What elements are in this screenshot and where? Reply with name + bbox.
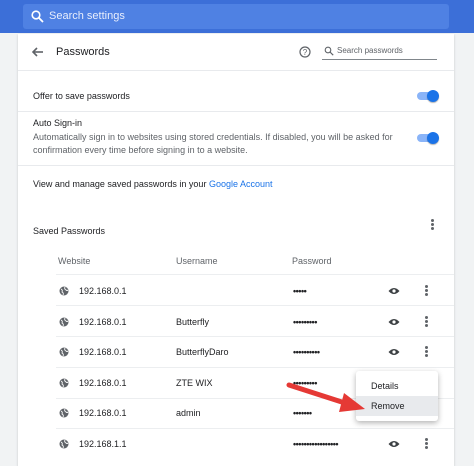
row-context-menu: Details Remove <box>356 371 438 421</box>
column-header-website: Website <box>58 256 91 266</box>
globe-icon <box>59 378 69 388</box>
divider <box>56 305 454 306</box>
password-cell: ••••• <box>293 286 307 296</box>
settings-search-placeholder: Search settings <box>49 10 125 22</box>
auto-signin-title: Auto Sign-in <box>33 118 83 128</box>
top-bar: Search settings <box>0 0 474 33</box>
password-cell: ••••••••••••••••• <box>293 439 339 449</box>
password-search-input[interactable]: Search passwords <box>322 43 437 60</box>
website-cell: 192.168.0.1 <box>79 317 127 327</box>
saved-passwords-title: Saved Passwords <box>33 226 106 236</box>
divider <box>18 165 454 166</box>
website-cell: 192.168.0.1 <box>79 408 127 418</box>
username-cell: ButterflyDaro <box>176 347 229 357</box>
divider <box>18 70 454 71</box>
settings-search-box[interactable]: Search settings <box>23 4 449 29</box>
menu-item-remove[interactable]: Remove <box>356 396 438 416</box>
column-header-username: Username <box>176 256 218 266</box>
website-cell: 192.168.1.1 <box>79 439 127 449</box>
divider <box>56 336 454 337</box>
google-account-link[interactable]: Google Account <box>209 179 273 189</box>
page-title: Passwords <box>56 46 110 58</box>
svg-text:?: ? <box>303 48 308 57</box>
row-menu-icon[interactable] <box>424 285 428 297</box>
divider <box>56 367 454 368</box>
column-header-password: Password <box>292 256 332 266</box>
globe-icon <box>59 286 69 296</box>
password-search-placeholder: Search passwords <box>337 46 403 55</box>
globe-icon <box>59 408 69 418</box>
auto-signin-toggle[interactable] <box>417 132 439 144</box>
help-icon[interactable]: ? <box>299 46 311 58</box>
saved-passwords-menu-icon[interactable] <box>430 219 434 231</box>
password-cell: ••••••••• <box>293 317 317 327</box>
offer-save-label: Offer to save passwords <box>33 91 130 101</box>
show-password-icon[interactable] <box>388 287 400 295</box>
search-icon <box>31 10 44 23</box>
auto-signin-description-1: Automatically sign in to websites using … <box>33 132 393 142</box>
divider <box>18 111 454 112</box>
search-icon <box>324 46 334 56</box>
username-cell: ZTE WIX <box>176 378 213 388</box>
back-arrow-icon[interactable] <box>32 47 44 57</box>
manage-prefix: View and manage saved passwords in your <box>33 179 207 189</box>
show-password-icon[interactable] <box>388 348 400 356</box>
website-cell: 192.168.0.1 <box>79 286 127 296</box>
username-cell: admin <box>176 408 201 418</box>
website-cell: 192.168.0.1 <box>79 347 127 357</box>
offer-save-toggle[interactable] <box>417 90 439 102</box>
annotation-arrow <box>286 382 365 412</box>
row-menu-icon[interactable] <box>424 346 428 358</box>
globe-icon <box>59 439 69 449</box>
website-cell: 192.168.0.1 <box>79 378 127 388</box>
username-cell: Butterfly <box>176 317 210 327</box>
divider <box>56 274 454 275</box>
menu-item-details[interactable]: Details <box>356 376 438 396</box>
row-menu-icon[interactable] <box>424 438 428 450</box>
show-password-icon[interactable] <box>388 318 400 326</box>
password-cell: •••••••••• <box>293 347 320 357</box>
row-menu-icon[interactable] <box>424 316 428 328</box>
manage-text: View and manage saved passwords in your … <box>33 179 273 189</box>
auto-signin-description-2: confirmation every time before signing i… <box>33 145 248 155</box>
divider <box>56 428 454 429</box>
globe-icon <box>59 317 69 327</box>
globe-icon <box>59 347 69 357</box>
passwords-card: Passwords ? Search passwords Offer to sa… <box>18 34 454 466</box>
show-password-icon[interactable] <box>388 440 400 448</box>
